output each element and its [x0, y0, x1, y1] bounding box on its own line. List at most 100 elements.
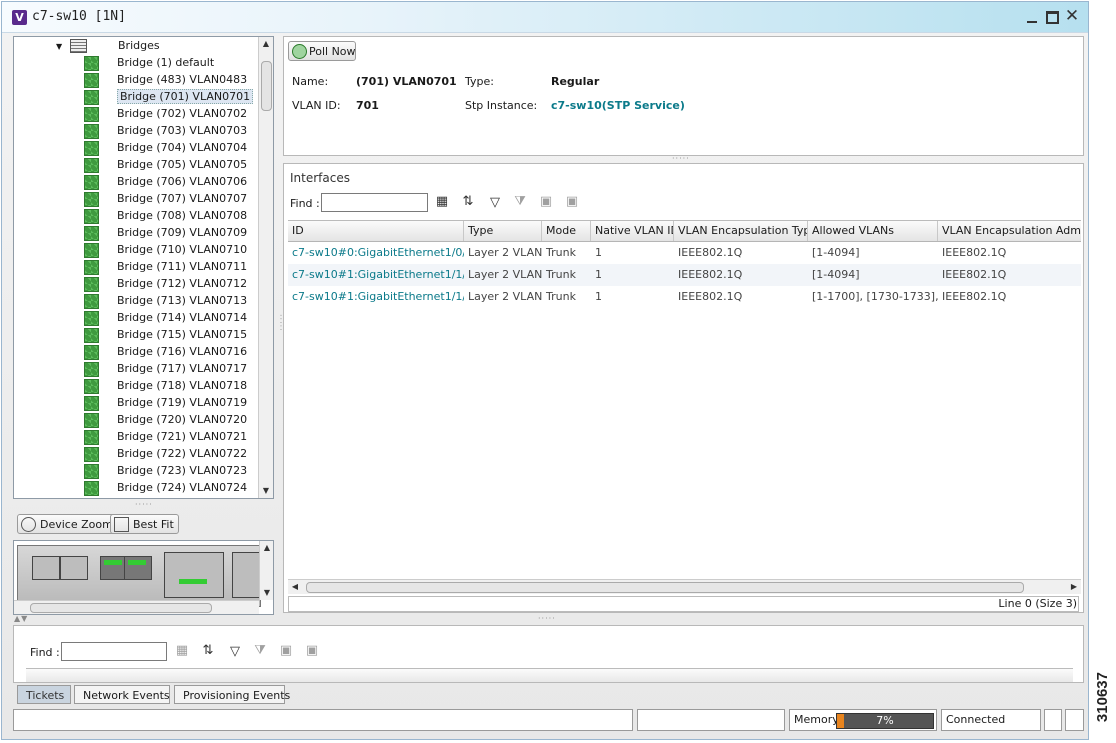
- scroll-down-icon[interactable]: ▼: [259, 484, 273, 498]
- tree-item-label: Bridge (708) VLAN0708: [117, 209, 248, 222]
- export-icon[interactable]: ▣: [278, 643, 294, 659]
- export-icon[interactable]: ▣: [538, 194, 554, 210]
- splitter-handle[interactable]: ·····: [135, 500, 153, 509]
- tree-item-bridge[interactable]: Bridge (717) VLAN0717: [84, 360, 247, 377]
- interfaces-hscroll[interactable]: ◀ ▶: [288, 579, 1081, 594]
- table-row[interactable]: c7-sw10#1:GigabitEthernet1/1/2 Layer 2 VL…: [288, 286, 1081, 308]
- tree-item-bridge[interactable]: Bridge (703) VLAN0703: [84, 122, 247, 139]
- scroll-down-icon[interactable]: ▼: [260, 586, 273, 600]
- tree-item-bridge[interactable]: Bridge (706) VLAN0706: [84, 173, 247, 190]
- table-row[interactable]: c7-sw10#0:GigabitEthernet1/0/2 Layer 2 VL…: [288, 242, 1081, 264]
- tree-item-label: Bridge (713) VLAN0713: [117, 294, 248, 307]
- advanced-filter-icon[interactable]: ⧩: [512, 194, 528, 210]
- tab-tickets[interactable]: Tickets: [17, 685, 71, 704]
- collapse-arrows-icon[interactable]: ▲▼: [14, 614, 28, 623]
- best-fit-label: Best Fit: [133, 518, 174, 531]
- scroll-right-icon[interactable]: ▶: [1067, 580, 1081, 594]
- tree-item-bridge[interactable]: Bridge (709) VLAN0709: [84, 224, 247, 241]
- interfaces-title: Interfaces: [290, 171, 350, 185]
- column-header[interactable]: VLAN Encapsulation Type: [674, 221, 808, 241]
- column-header[interactable]: Type: [464, 221, 542, 241]
- tree-item-bridge[interactable]: Bridge (720) VLAN0720: [84, 411, 247, 428]
- tickets-find-input[interactable]: [61, 642, 167, 661]
- column-header[interactable]: Mode: [542, 221, 591, 241]
- best-fit-button[interactable]: Best Fit: [110, 514, 179, 534]
- tree-item-bridge[interactable]: Bridge (705) VLAN0705: [84, 156, 247, 173]
- tree-item-bridge[interactable]: Bridge (724) VLAN0724: [84, 479, 247, 496]
- vlan-id-label: VLAN ID:: [292, 99, 341, 112]
- save-table-icon[interactable]: ▦: [174, 643, 190, 659]
- splitter-handle[interactable]: ·····: [538, 614, 556, 623]
- device-chassis-view[interactable]: ▲ ▼: [13, 540, 274, 615]
- table-cell: IEEE802.1Q: [678, 268, 743, 281]
- device-view-vscroll[interactable]: ▲ ▼: [259, 541, 273, 600]
- device-zoom-button[interactable]: Device Zoom: [17, 514, 118, 534]
- scroll-left-icon[interactable]: ◀: [288, 580, 302, 594]
- import-icon[interactable]: ▣: [304, 643, 320, 659]
- interface-id-link[interactable]: c7-sw10#1:GigabitEthernet1/1/2: [288, 286, 464, 308]
- scroll-up-icon[interactable]: ▲: [259, 37, 273, 51]
- maximize-icon[interactable]: [1044, 9, 1060, 25]
- tree-item-bridge[interactable]: Bridge (723) VLAN0723: [84, 462, 247, 479]
- interface-id-link[interactable]: c7-sw10#1:GigabitEthernet1/1/1: [288, 264, 464, 286]
- tree-item-bridge[interactable]: Bridge (711) VLAN0711: [84, 258, 247, 275]
- tree-item-bridge[interactable]: Bridge (716) VLAN0716: [84, 343, 247, 360]
- column-header[interactable]: Native VLAN ID: [591, 221, 674, 241]
- splitter-handle[interactable]: ·····: [672, 154, 690, 163]
- table-row[interactable]: c7-sw10#1:GigabitEthernet1/1/1 Layer 2 VL…: [288, 264, 1081, 286]
- tree-item-bridge[interactable]: Bridge (712) VLAN0712: [84, 275, 247, 292]
- column-header[interactable]: Allowed VLANs: [808, 221, 938, 241]
- name-value: (701) VLAN0701: [356, 75, 457, 88]
- sort-az-icon[interactable]: ⇅: [200, 643, 216, 659]
- interfaces-find-input[interactable]: [321, 193, 428, 212]
- tree-item-bridge[interactable]: Bridge (714) VLAN0714: [84, 309, 247, 326]
- status-indicator: [1065, 709, 1084, 731]
- bridge-node-icon: [84, 480, 99, 496]
- bridges-folder-icon: [69, 39, 87, 53]
- close-icon[interactable]: ✕: [1064, 8, 1080, 25]
- tree-item-bridge[interactable]: Bridge (722) VLAN0722: [84, 445, 247, 462]
- scroll-up-icon[interactable]: ▲: [260, 541, 273, 555]
- save-table-icon[interactable]: ▦: [434, 194, 450, 210]
- bridge-tree: ▼ Bridges Bridge (1) default Bridge (483)…: [13, 36, 274, 499]
- bridge-node-icon: [84, 327, 99, 343]
- stp-instance-link[interactable]: c7-sw10(STP Service): [551, 99, 685, 112]
- tree-scrollbar[interactable]: ▲ ▼: [258, 37, 273, 498]
- tree-item-bridge[interactable]: Bridge (483) VLAN0483: [84, 71, 247, 88]
- tab-provisioning-events[interactable]: Provisioning Events: [174, 685, 290, 704]
- scroll-thumb[interactable]: [261, 61, 272, 111]
- tree-item-bridge[interactable]: Bridge (713) VLAN0713: [84, 292, 247, 309]
- tree-item-bridge[interactable]: Bridge (710) VLAN0710: [84, 241, 247, 258]
- tree-item-bridge[interactable]: Bridge (707) VLAN0707: [84, 190, 247, 207]
- expand-triangle-icon[interactable]: ▼: [56, 39, 66, 55]
- tree-root-label: Bridges: [118, 39, 160, 52]
- device-view-hscroll[interactable]: [14, 600, 259, 614]
- status-bar: Memory: 7% Connected: [13, 709, 1084, 731]
- tree-item-label: Bridge (719) VLAN0719: [117, 396, 248, 409]
- column-header[interactable]: VLAN Encapsulation Admin Ty: [938, 221, 1081, 241]
- tree-root-bridges[interactable]: ▼ Bridges: [56, 38, 160, 54]
- tree-item-bridge[interactable]: Bridge (721) VLAN0721: [84, 428, 247, 445]
- scroll-thumb[interactable]: [306, 582, 1024, 593]
- tree-item-bridge[interactable]: Bridge (1) default: [84, 54, 214, 71]
- advanced-filter-icon[interactable]: ⧩: [252, 643, 268, 659]
- poll-now-button[interactable]: Poll Now: [288, 41, 356, 61]
- minimize-icon[interactable]: [1024, 9, 1040, 25]
- tree-item-bridge[interactable]: Bridge (702) VLAN0702: [84, 105, 247, 122]
- tree-item-label: Bridge (718) VLAN0718: [117, 379, 248, 392]
- tree-item-bridge[interactable]: Bridge (701) VLAN0701: [84, 88, 254, 105]
- scroll-thumb[interactable]: [30, 603, 212, 613]
- tree-item-bridge[interactable]: Bridge (708) VLAN0708: [84, 207, 247, 224]
- tree-item-bridge[interactable]: Bridge (715) VLAN0715: [84, 326, 247, 343]
- tree-item-bridge[interactable]: Bridge (719) VLAN0719: [84, 394, 247, 411]
- filter-icon[interactable]: ▽: [227, 644, 243, 660]
- import-icon[interactable]: ▣: [564, 194, 580, 210]
- tab-network-events[interactable]: Network Events: [74, 685, 170, 704]
- tree-item-bridge[interactable]: Bridge (704) VLAN0704: [84, 139, 247, 156]
- tree-item-bridge[interactable]: Bridge (718) VLAN0718: [84, 377, 247, 394]
- interface-id-link[interactable]: c7-sw10#0:GigabitEthernet1/0/2: [288, 242, 464, 264]
- filter-icon[interactable]: ▽: [487, 195, 503, 211]
- column-header[interactable]: ID: [288, 221, 464, 241]
- bridge-node-icon: [84, 310, 99, 326]
- sort-az-icon[interactable]: ⇅: [460, 194, 476, 210]
